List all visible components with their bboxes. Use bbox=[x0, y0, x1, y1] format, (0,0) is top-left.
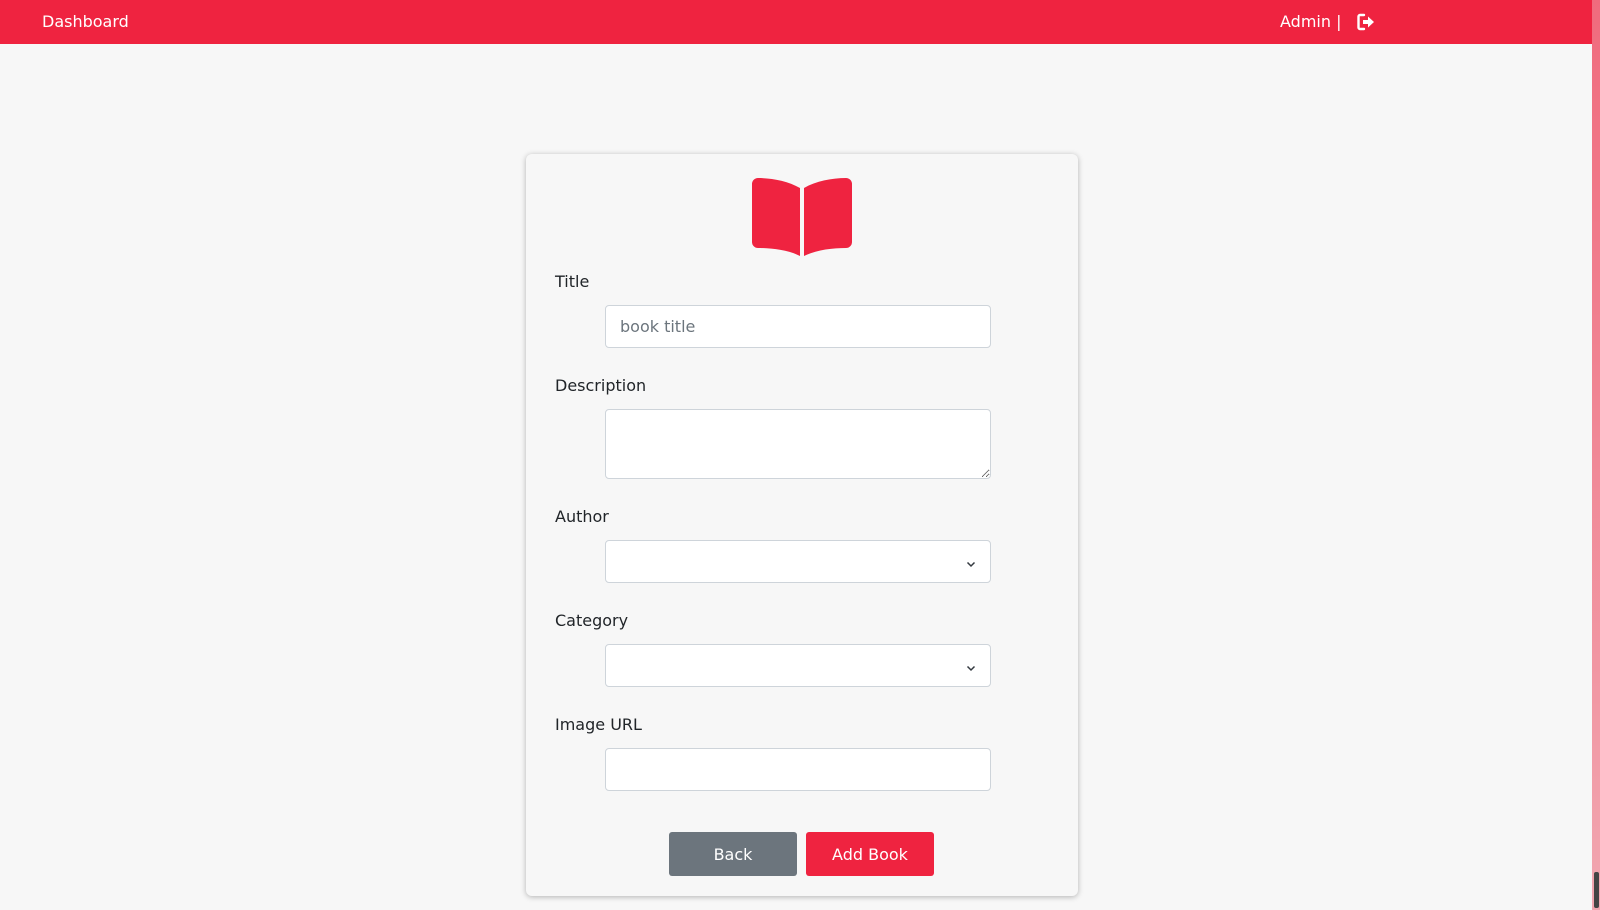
sign-out-icon[interactable] bbox=[1356, 12, 1376, 32]
category-select-wrapper[interactable] bbox=[605, 644, 991, 687]
back-button[interactable]: Back bbox=[669, 832, 797, 876]
image-url-label: Image URL bbox=[555, 715, 642, 734]
author-select-wrapper[interactable] bbox=[605, 540, 991, 583]
description-textarea[interactable] bbox=[605, 409, 991, 479]
add-book-card: Title Description Author Category Image … bbox=[526, 154, 1078, 896]
page-scrollbar[interactable] bbox=[1592, 0, 1600, 910]
add-book-button[interactable]: Add Book bbox=[806, 832, 934, 876]
image-url-input[interactable] bbox=[605, 748, 991, 791]
title-label: Title bbox=[555, 272, 590, 291]
admin-user-label: Admin | bbox=[1280, 12, 1342, 31]
category-select[interactable] bbox=[605, 644, 991, 687]
title-input[interactable] bbox=[605, 305, 991, 348]
dashboard-link[interactable]: Dashboard bbox=[42, 12, 129, 32]
author-select[interactable] bbox=[605, 540, 991, 583]
description-label: Description bbox=[555, 376, 647, 395]
top-navbar: Dashboard Admin | bbox=[0, 0, 1592, 44]
category-label: Category bbox=[555, 611, 629, 630]
author-label: Author bbox=[555, 507, 609, 526]
scrollbar-thumb[interactable] bbox=[1594, 872, 1599, 908]
open-book-icon bbox=[750, 176, 854, 258]
